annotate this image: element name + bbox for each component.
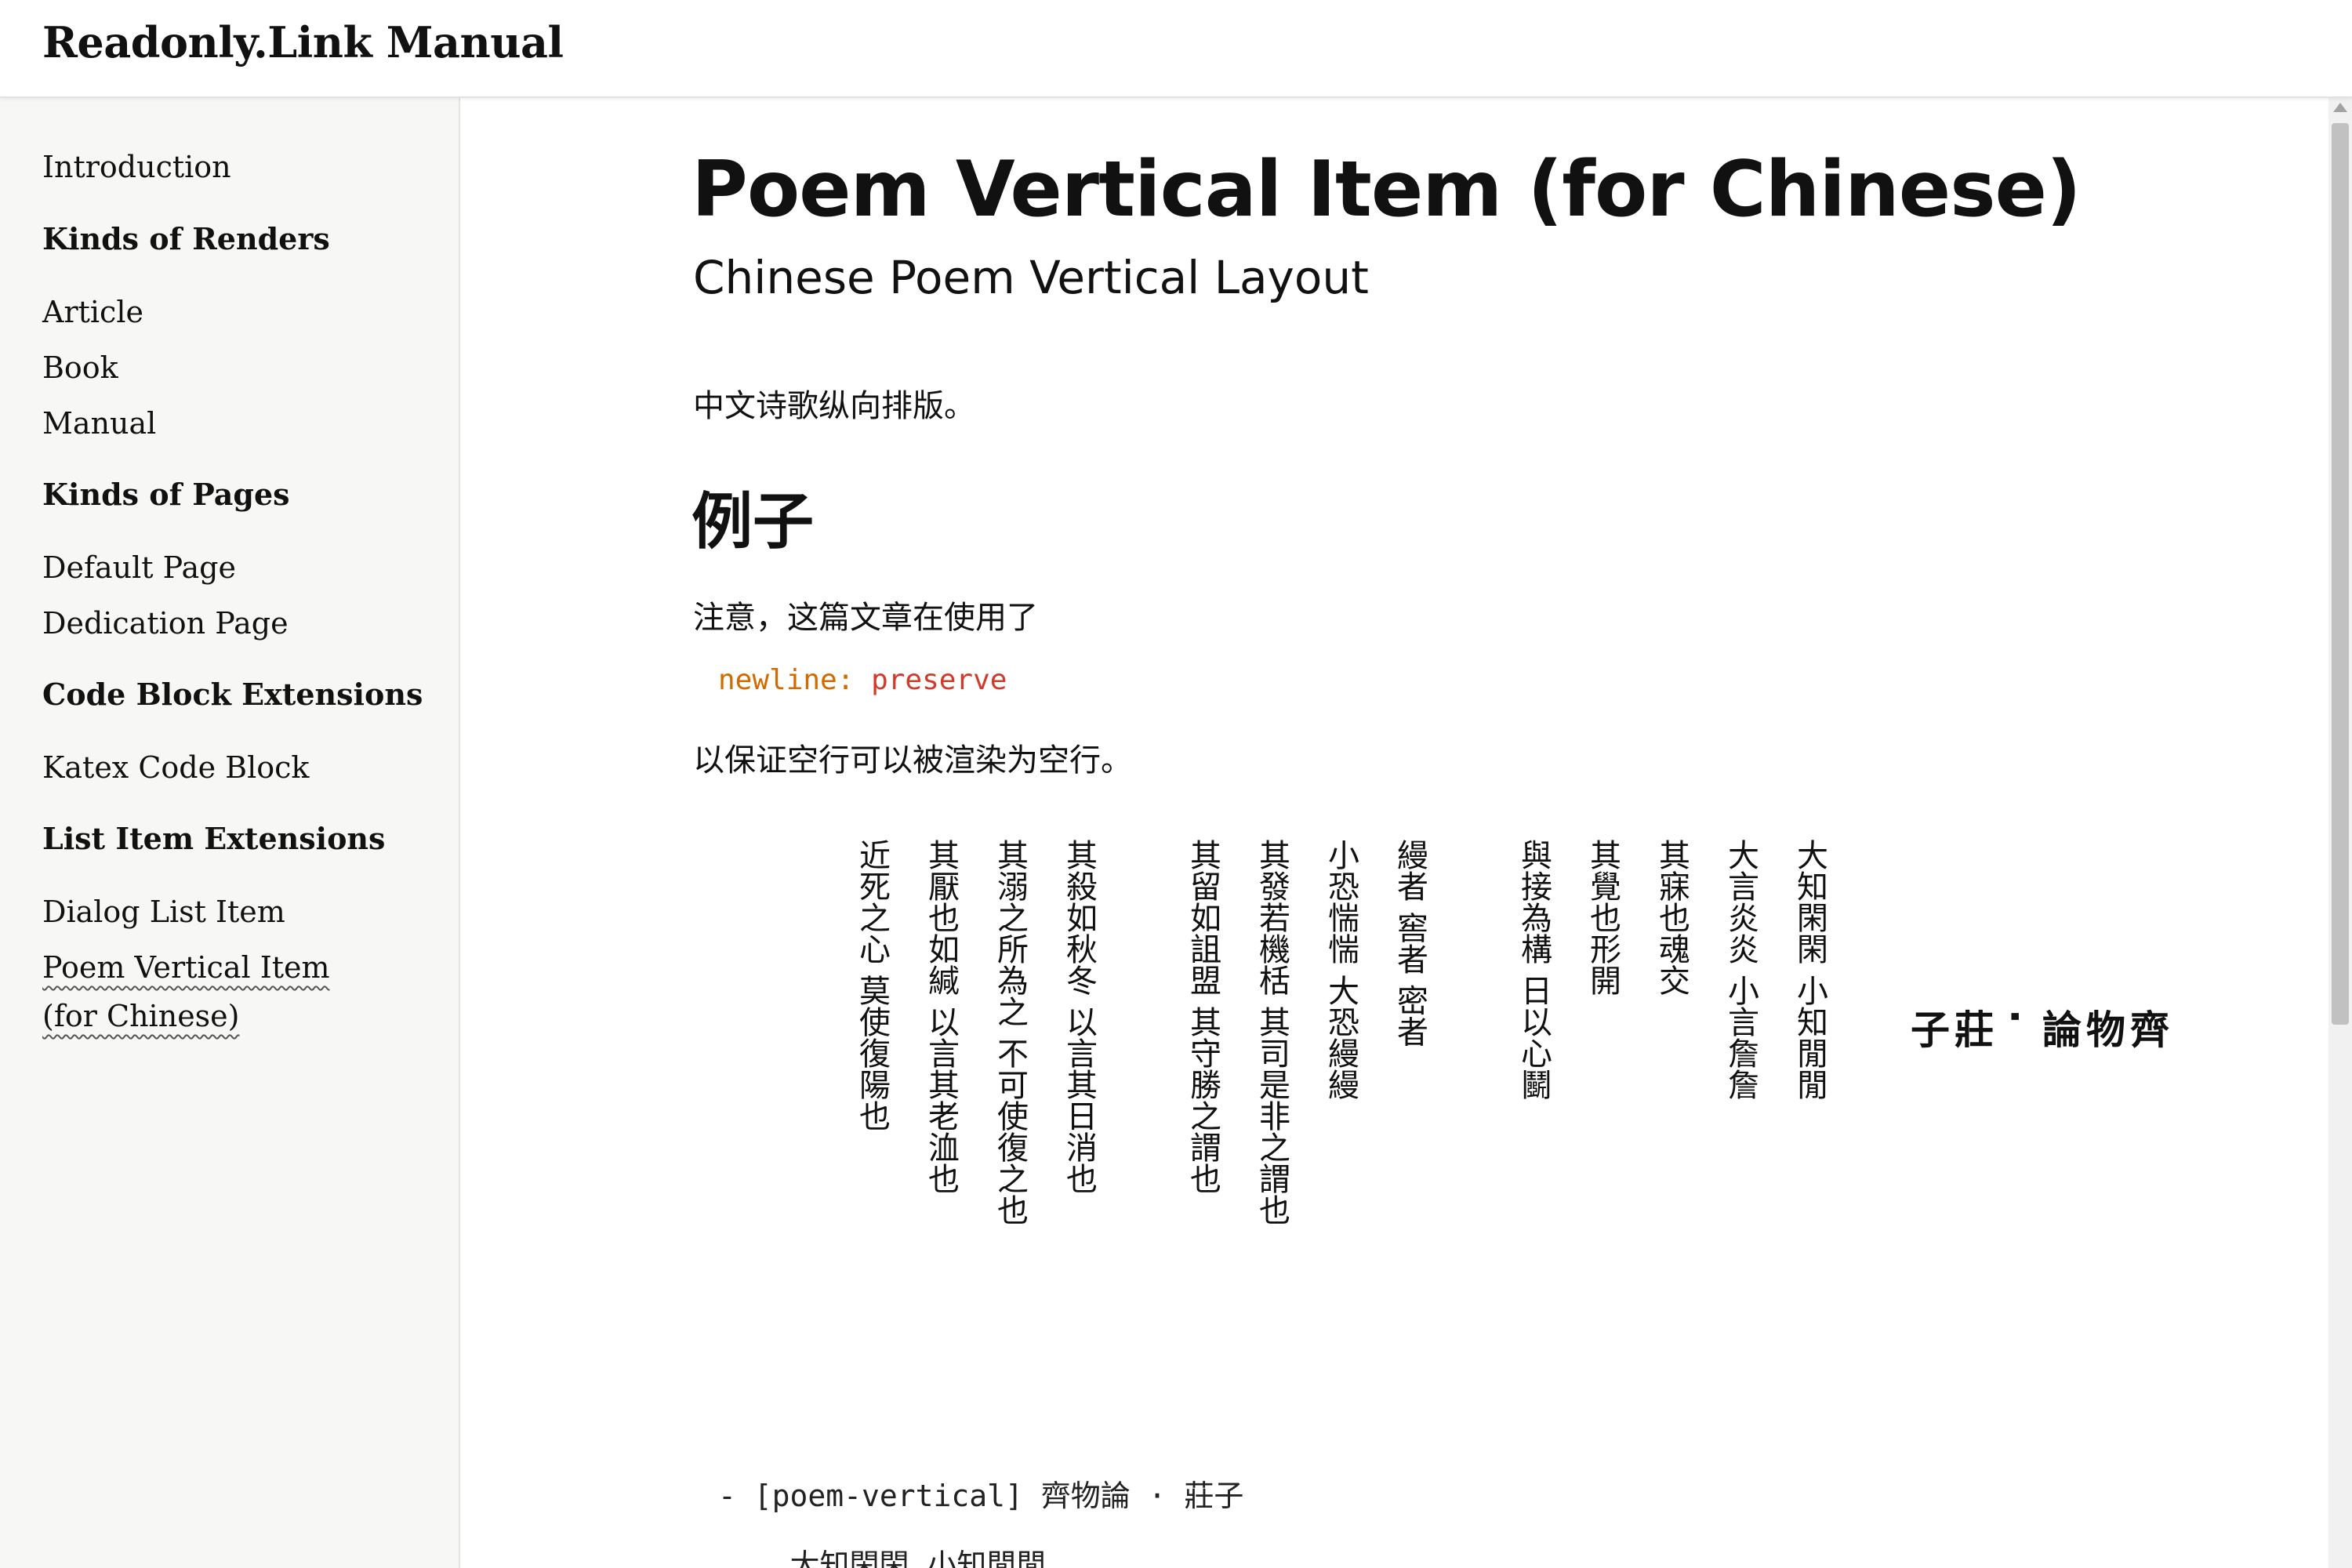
sidebar-item-introduction[interactable]: Introduction (42, 143, 231, 191)
top-header: Readonly.Link Manual (0, 0, 2352, 98)
sidebar-item-katex-code-block[interactable]: Katex Code Block (42, 743, 309, 792)
sidebar-heading-list-item-extensions: List Item Extensions (42, 821, 386, 856)
poem-line: 大言炎炎 小言詹詹 (1722, 839, 1759, 1100)
poem-line: 縵者 窖者 密者 (1392, 839, 1428, 1047)
sidebar-heading-kinds-of-renders: Kinds of Renders (42, 221, 330, 256)
poem-line: 近死之心 莫使復陽也 (854, 839, 890, 1131)
sidebar-item-default-page[interactable]: Default Page (42, 543, 236, 592)
vertical-poem: 齊物論·莊子 大知閑閑 小知閒閒 大言炎炎 小言詹詹 其寐也魂交 其覺也形開 與… (461, 98, 2328, 1225)
poem-line: 其留如詛盟 其守勝之謂也 (1185, 839, 1221, 1194)
poem-line: 其厭也如緘 以言其老洫也 (923, 839, 959, 1194)
sidebar-item-dedication-page[interactable]: Dedication Page (42, 599, 289, 648)
sidebar-item-book[interactable]: Book (42, 343, 118, 392)
sidebar-item-poem-vertical-item-active[interactable]: Poem Vertical Item (for Chinese) (42, 943, 387, 1040)
scrollbar-thumb[interactable] (2332, 123, 2349, 1025)
poem-line: 大知閑閑 小知閒閒 (1791, 839, 1828, 1100)
sidebar-item-dialog-list-item[interactable]: Dialog List Item (42, 887, 285, 936)
poem-line: 與接為構 日以心鬭 (1515, 839, 1552, 1100)
poem-line: 其寐也魂交 (1653, 839, 1690, 996)
poem-line: 其殺如秋冬 以言其日消也 (1061, 839, 1097, 1194)
sidebar-item-manual[interactable]: Manual (42, 399, 156, 448)
sidebar-item-article[interactable]: Article (42, 288, 143, 336)
site-title[interactable]: Readonly.Link Manual (42, 17, 564, 67)
code-block-line: - [poem-vertical] 齊物論 · 莊子 (718, 1479, 1244, 1513)
poem-line: 其發若機栝 其司是非之謂也 (1254, 839, 1290, 1225)
poem-line: 其覺也形開 (1584, 839, 1621, 996)
sidebar-heading-kinds-of-pages: Kinds of Pages (42, 477, 290, 512)
sidebar-heading-code-block-extensions: Code Block Extensions (42, 677, 423, 712)
scroll-up-arrow-icon[interactable] (2333, 103, 2347, 112)
sidebar: Introduction Kinds of Renders Article Bo… (0, 98, 460, 1568)
poem-title: 齊物論·莊子 (1904, 1009, 2169, 1048)
poem-line: 小恐惴惴 大恐縵縵 (1323, 839, 1359, 1100)
vertical-scrollbar[interactable] (2328, 98, 2352, 1568)
code-block-line: 大知閑閑 小知閒閒 (718, 1548, 1047, 1568)
main-content: Poem Vertical Item (for Chinese) Chinese… (461, 98, 2328, 1568)
poem-line: 其溺之所為之 不可使復之也 (992, 839, 1028, 1225)
